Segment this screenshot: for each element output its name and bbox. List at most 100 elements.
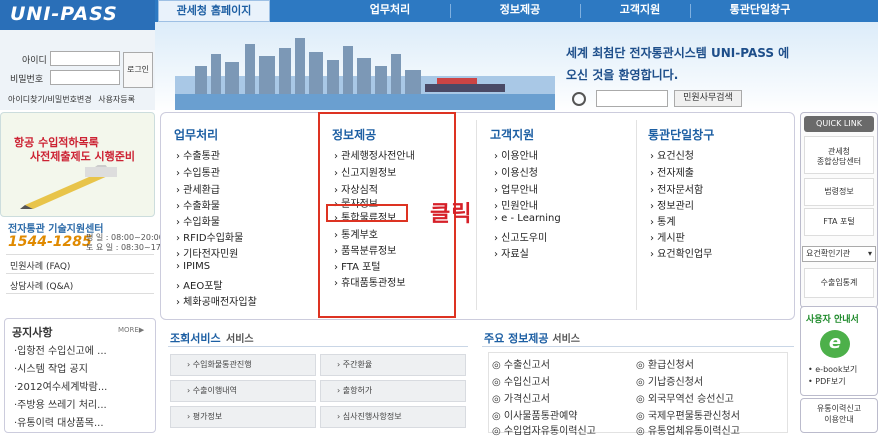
nav-item-info[interactable]: 정보제공 [460, 0, 580, 22]
info-item-label: 수출신고서 [503, 360, 550, 371]
nav-divider [690, 4, 691, 18]
menu-item[interactable]: › 이용안내 [494, 147, 538, 162]
find-id-link[interactable]: 아이디찾기/비밀번호변경 [8, 95, 92, 104]
notice-item[interactable]: ·입항전 수입신고에 ... [14, 342, 107, 357]
menu-item[interactable]: › 이용신청 [494, 164, 538, 179]
highlight-box-integrated-logistics [326, 204, 408, 222]
menu-item[interactable]: › 신고도우미 [494, 229, 547, 244]
menu-item[interactable]: › RFID수입화물 [176, 229, 243, 244]
info-item-label: 유통업체유통이력신고 [647, 426, 740, 437]
menu-item[interactable]: › 전자문서함 [650, 181, 703, 196]
info-item[interactable]: ◎ 기납증신청서 [636, 373, 703, 388]
menu-col-single-window-title[interactable]: 통관단일창구 [648, 126, 714, 143]
info-item-label: 수입신고서 [503, 377, 550, 388]
notice-more-link[interactable]: MORE▶ [118, 326, 144, 334]
menu-item[interactable]: › 자료실 [494, 245, 529, 260]
info-item[interactable]: ◎ 수입업자유통이력신고 [492, 422, 596, 437]
menu-item[interactable]: › IPIMS [176, 261, 210, 272]
menu-item[interactable]: › 수입통관 [176, 164, 220, 179]
nav-item-work[interactable]: 업무처리 [330, 0, 450, 22]
login-button[interactable]: 로그인 [123, 52, 153, 88]
divider [6, 254, 154, 255]
menu-item[interactable]: › 요건확인업무 [650, 245, 712, 260]
nav-divider [450, 4, 451, 18]
divider [6, 273, 154, 274]
menu-item[interactable]: › e - Learning [494, 213, 561, 224]
faq-link[interactable]: 민원사례 (FAQ) [10, 259, 70, 272]
info-item[interactable]: ◎ 유통업체유통이력신고 [636, 422, 740, 437]
notice-item[interactable]: ·주방용 쓰레기 처리... [14, 396, 107, 411]
notice-item[interactable]: ·2012여수세계박람... [14, 378, 107, 393]
menu-item[interactable]: › 관세환급 [176, 181, 220, 196]
menu-item[interactable]: › 전자제출 [650, 164, 694, 179]
notice-item[interactable]: ·유통이력 대상품목... [14, 414, 104, 429]
menu-item[interactable]: › 민원안내 [494, 197, 538, 212]
qna-link[interactable]: 상담사례 (Q&A) [10, 279, 73, 292]
id-input[interactable] [50, 51, 120, 66]
menu-item[interactable]: › 요건신청 [650, 147, 694, 162]
key-info-title: 주요 정보제공 서비스 [484, 330, 580, 346]
notice-item[interactable]: ·시스템 작업 공지 [14, 360, 88, 375]
airplane-pencil-illustration [20, 165, 117, 209]
info-item[interactable]: ◎ 수출신고서 [492, 356, 550, 371]
service-button[interactable]: › 출항허가 [320, 380, 466, 402]
quick-link-trade-stats[interactable]: 수출입통계 [804, 268, 874, 298]
menu-item[interactable]: › 게시판 [650, 229, 685, 244]
menu-item[interactable]: › 수출통관 [176, 147, 220, 162]
column-divider [476, 120, 477, 310]
menu-item[interactable]: › AEO포탈 [176, 277, 223, 292]
password-input[interactable] [50, 70, 120, 85]
divider [482, 346, 794, 347]
search-icon[interactable] [572, 92, 586, 106]
distribution-history-guide[interactable]: 유통이력신고 이용안내 [800, 398, 878, 433]
info-item[interactable]: ◎ 가격신고서 [492, 390, 550, 405]
logo[interactable]: UNI-PASS [0, 0, 155, 30]
service-button[interactable]: › 심사진행사항정보 [320, 406, 466, 428]
phone-number: 1544-1285 [8, 234, 92, 250]
menu-col-support-title[interactable]: 고객지원 [490, 126, 534, 143]
login-links: 아이디찾기/비밀번호변경 사용자등록 [8, 94, 135, 105]
menu-item[interactable]: › 통계 [650, 213, 676, 228]
search-input[interactable] [596, 90, 668, 107]
pdf-link[interactable]: • PDF보기 [808, 376, 846, 387]
service-button[interactable]: › 주간환율 [320, 354, 466, 376]
quick-link-fta-portal[interactable]: FTA 포털 [804, 208, 874, 236]
info-item[interactable]: ◎ 수입신고서 [492, 373, 550, 388]
menu-item[interactable]: › 업무안내 [494, 181, 538, 196]
menu-item[interactable]: › 수입화물 [176, 213, 220, 228]
promo-line-2: 사전제출제도 시행준비 [30, 150, 136, 163]
city-skyline-illustration [175, 38, 555, 110]
nav-item-single-window[interactable]: 통관단일창구 [700, 0, 820, 22]
tab-home[interactable]: 관세청 홈페이지 [158, 0, 270, 22]
ebook-link[interactable]: • e-book보기 [808, 364, 857, 375]
info-item-label: 수입업자유통이력신고 [503, 426, 596, 437]
service-button[interactable]: › 수입화물통관진행 [170, 354, 316, 376]
info-item[interactable]: ◎ 이사물품통관예약 [492, 407, 578, 422]
info-item-label: 환급신청서 [647, 360, 694, 371]
info-item[interactable]: ◎ 외국무역선 승선신고 [636, 390, 734, 405]
key-info-suffix: 서비스 [552, 334, 581, 345]
nav-item-support[interactable]: 고객지원 [590, 0, 690, 22]
service-menu-panel [160, 112, 795, 320]
welcome-line-1: 세계 최첨단 전자통관시스템 UNI-PASS 에 [566, 46, 790, 60]
quick-link-consult-center[interactable]: 관세청 종합상담센터 [804, 136, 874, 174]
menu-item[interactable]: › 기타전자민원 [176, 245, 238, 260]
info-item-label: 국제우편물통관신청서 [647, 411, 740, 422]
lookup-services-title: 조회서비스 [170, 332, 221, 345]
info-item[interactable]: ◎ 환급신청서 [636, 356, 694, 371]
menu-item[interactable]: › 정보관리 [650, 197, 694, 212]
service-button[interactable]: › 평가정보 [170, 406, 316, 428]
menu-item[interactable]: › 수출화물 [176, 197, 220, 212]
ebook-icon[interactable]: e [820, 330, 850, 358]
info-item[interactable]: ◎ 국제우편물통관신청서 [636, 407, 740, 422]
menu-item[interactable]: › 체화공매전자입찰 [176, 293, 257, 308]
service-button[interactable]: › 수출이행내역 [170, 380, 316, 402]
search-button[interactable]: 민원사무검색 [674, 90, 742, 107]
divider [6, 293, 154, 294]
info-item-label: 이사물품통관예약 [503, 411, 578, 422]
register-link[interactable]: 사용자등록 [98, 95, 135, 104]
agency-select[interactable]: 요건확인기관 ▾ [802, 246, 876, 262]
quick-link-law-info[interactable]: 법령정보 [804, 178, 874, 206]
info-item-label: 기납증신청서 [647, 377, 704, 388]
menu-col-work-title[interactable]: 업무처리 [174, 126, 218, 143]
